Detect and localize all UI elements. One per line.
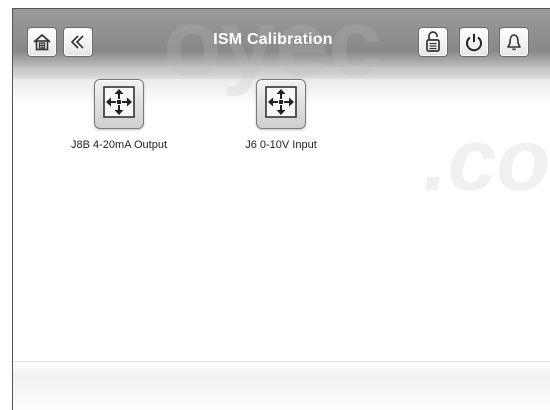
power-button[interactable]: [459, 27, 489, 57]
unlock-button[interactable]: [418, 27, 448, 57]
background-watermark: .co: [423, 110, 550, 209]
unlock-icon: [422, 30, 444, 54]
back-button[interactable]: [63, 27, 93, 57]
power-icon: [463, 31, 485, 53]
calibrate-arrows-icon: [264, 85, 298, 124]
tile-j8b-output[interactable]: J8B 4-20mA Output: [59, 79, 179, 151]
back-chevron-icon: [67, 31, 89, 53]
footer-bar: [13, 361, 550, 410]
tile-label: J6 0-10V Input: [245, 139, 317, 151]
page-title: ISM Calibration: [213, 31, 333, 48]
calibrate-button[interactable]: [256, 79, 306, 129]
calibrate-button[interactable]: [94, 79, 144, 129]
bell-icon: [503, 31, 525, 53]
tile-j6-input[interactable]: J6 0-10V Input: [221, 79, 341, 151]
home-icon: [31, 31, 53, 53]
alarm-button[interactable]: [499, 27, 529, 57]
tile-label: J8B 4-20mA Output: [71, 139, 167, 151]
calibrate-arrows-icon: [102, 85, 136, 124]
screen: oyec .co ISM Calibration J8B 4-20mA Outp…: [12, 8, 550, 410]
home-button[interactable]: [27, 27, 57, 57]
